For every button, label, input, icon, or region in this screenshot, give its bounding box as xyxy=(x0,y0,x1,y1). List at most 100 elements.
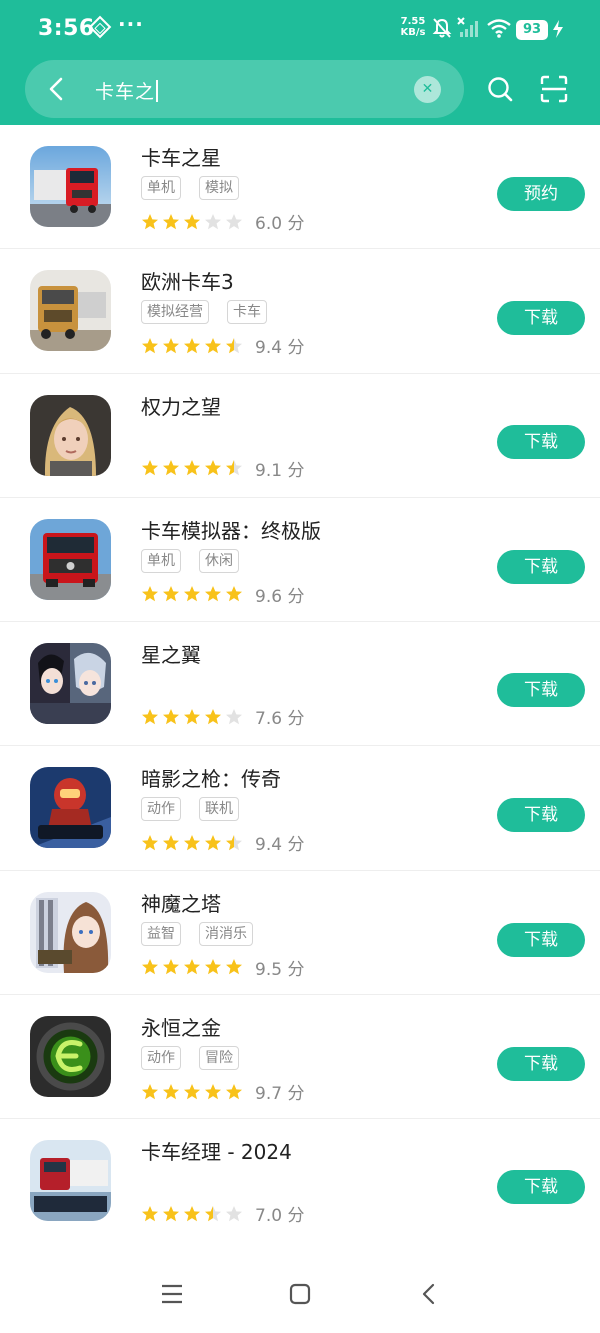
star-full-icon xyxy=(142,213,158,229)
rating-score: 9.6 分 xyxy=(255,586,305,607)
list-item[interactable]: 欧洲卡车3 模拟经营 卡车 9.4 分 下载 xyxy=(0,249,600,374)
wifi-icon xyxy=(487,19,511,38)
rating: 7.6 分 xyxy=(141,704,304,729)
menu-icon[interactable] xyxy=(161,1283,183,1305)
star-full-icon xyxy=(184,708,200,724)
star-full-icon xyxy=(184,586,200,602)
network-speed: 7.55 KB/s xyxy=(398,16,428,38)
star-rating xyxy=(141,958,243,976)
search-input[interactable]: 卡车之 xyxy=(95,77,158,104)
app-icon-truck-star xyxy=(30,146,111,227)
star-full-icon xyxy=(226,1083,242,1099)
star-full-icon xyxy=(205,708,221,724)
rating-score: 9.1 分 xyxy=(255,460,305,481)
rating: 9.6 分 xyxy=(141,582,304,607)
tag: 联机 xyxy=(199,797,239,822)
app-icon-power-hope xyxy=(30,394,111,476)
app-icon-truck-manager xyxy=(30,1140,111,1222)
tag-group: 单机 模拟 xyxy=(141,176,239,200)
tag-group: 模拟经营 卡车 xyxy=(141,300,267,325)
search-icon[interactable] xyxy=(486,75,514,103)
download-button[interactable]: 下载 xyxy=(497,922,585,957)
star-full-icon xyxy=(205,1083,221,1099)
app-icon-truck-simulator xyxy=(30,518,111,600)
chevron-left-icon[interactable] xyxy=(43,75,71,103)
tag: 动作 xyxy=(141,1046,181,1071)
tag: 单机 xyxy=(141,548,181,573)
rating: 9.4 分 xyxy=(141,333,304,358)
list-item[interactable]: 星之翼 7.6 分 下载 xyxy=(0,622,600,747)
app-icon-eternal-gold xyxy=(30,1016,111,1098)
star-rating xyxy=(141,459,243,477)
app-icon-shadowgun xyxy=(30,767,111,849)
star-rating xyxy=(141,1205,243,1223)
star-empty-icon xyxy=(205,213,221,229)
download-button[interactable]: 下载 xyxy=(497,1047,585,1082)
rating-score: 6.0 分 xyxy=(255,214,305,234)
rating-score: 9.5 分 xyxy=(255,959,305,980)
list-item[interactable]: 卡车之星 单机 模拟 6.0 分 预约 xyxy=(0,125,600,250)
star-full-icon xyxy=(184,959,200,975)
download-button[interactable]: 下载 xyxy=(497,1170,585,1205)
tag-group: 动作 联机 xyxy=(141,797,239,822)
star-full-icon xyxy=(205,834,221,851)
list-item[interactable]: 神魔之塔 益智 消消乐 9.5 分 下载 xyxy=(0,871,600,996)
star-half-icon xyxy=(205,1205,221,1222)
text-caret xyxy=(156,80,158,102)
app-name: 卡车经理 - 2024 xyxy=(141,1140,292,1165)
list-item[interactable]: 永恒之金 动作 冒险 9.7 分 下载 xyxy=(0,995,600,1120)
star-full-icon xyxy=(184,1083,200,1099)
back-icon[interactable] xyxy=(418,1283,440,1305)
star-full-icon xyxy=(205,959,221,975)
star-full-icon xyxy=(142,708,158,724)
navigation-bar xyxy=(0,1243,600,1333)
tag: 休闲 xyxy=(199,548,239,573)
star-half-icon xyxy=(226,834,242,851)
star-full-icon xyxy=(184,460,200,476)
star-full-icon xyxy=(184,1205,200,1222)
download-button[interactable]: 下载 xyxy=(497,673,585,708)
mute-bell-icon xyxy=(432,18,452,38)
star-half-icon xyxy=(226,337,242,353)
reserve-button[interactable]: 预约 xyxy=(497,177,585,211)
star-full-icon xyxy=(142,1083,158,1099)
star-full-icon xyxy=(184,337,200,353)
tag: 卡车 xyxy=(227,300,267,325)
header: 3:56 ··· 7.55 KB/s 93 卡车之 ✕ xyxy=(0,0,600,125)
star-full-icon xyxy=(142,959,158,975)
list-item[interactable]: 权力之望 9.1 分 下载 xyxy=(0,374,600,498)
star-full-icon xyxy=(163,959,179,975)
star-rating xyxy=(141,585,243,603)
rating: 7.0 分 xyxy=(141,1201,304,1226)
download-button[interactable]: 下载 xyxy=(497,549,585,584)
tag: 消消乐 xyxy=(199,921,253,946)
app-name: 权力之望 xyxy=(141,394,221,419)
star-full-icon xyxy=(163,1083,179,1099)
star-full-icon xyxy=(142,1205,158,1222)
star-full-icon xyxy=(163,213,179,229)
rating: 6.0 分 xyxy=(141,209,304,234)
app-icon-star-wing xyxy=(30,643,111,725)
download-button[interactable]: 下载 xyxy=(497,424,585,459)
tag: 动作 xyxy=(141,797,181,822)
scan-icon[interactable] xyxy=(540,75,568,103)
home-icon[interactable] xyxy=(289,1283,311,1305)
download-button[interactable]: 下载 xyxy=(497,798,585,833)
search-box[interactable]: 卡车之 ✕ xyxy=(25,60,464,118)
download-button[interactable]: 下载 xyxy=(497,301,585,336)
app-name: 欧洲卡车3 xyxy=(141,270,234,295)
clear-icon[interactable]: ✕ xyxy=(414,76,441,103)
app-icon-tower-of-saviors xyxy=(30,891,111,973)
network-speed-unit: KB/s xyxy=(400,27,426,38)
star-rating xyxy=(141,834,243,852)
list-item[interactable]: 暗影之枪：传奇 动作 联机 9.4 分 下载 xyxy=(0,746,600,871)
battery-icon: 93 xyxy=(516,20,548,40)
app-name: 永恒之金 xyxy=(141,1016,221,1041)
star-full-icon xyxy=(226,959,242,975)
star-full-icon xyxy=(142,337,158,353)
list-item[interactable]: 卡车模拟器：终极版 单机 休闲 9.6 分 下载 xyxy=(0,498,600,623)
app-name: 卡车模拟器：终极版 xyxy=(141,518,321,543)
star-full-icon xyxy=(226,586,242,602)
list-item[interactable]: 卡车经理 - 2024 7.0 分 下载 xyxy=(0,1119,600,1244)
charging-icon xyxy=(553,20,563,38)
